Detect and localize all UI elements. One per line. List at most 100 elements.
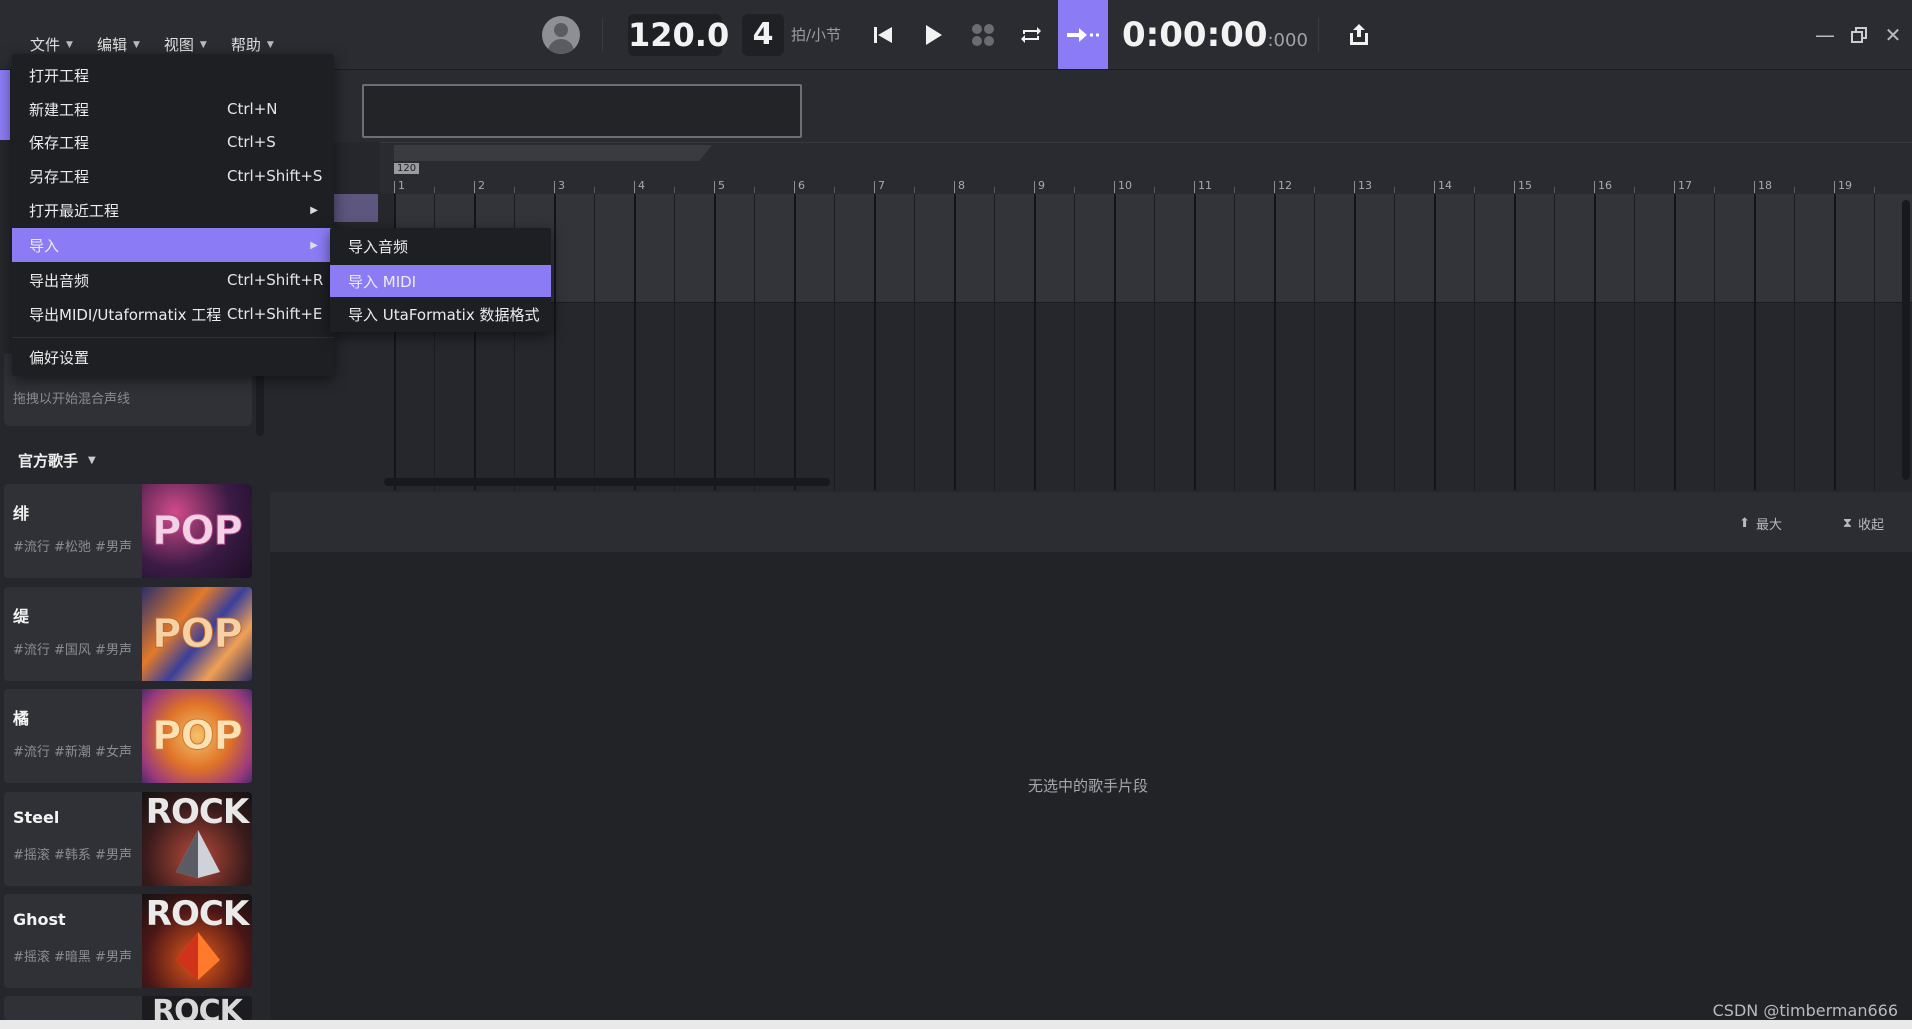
singer-section-header[interactable]: 官方歌手 ▼ — [18, 450, 96, 471]
ruler-beat-tick — [1394, 187, 1395, 193]
user-avatar[interactable] — [542, 16, 580, 54]
tempo-marker[interactable]: 120 — [394, 163, 420, 174]
menu-edit-label: 编辑 — [96, 36, 127, 54]
skip-to-start-button[interactable] — [866, 18, 900, 52]
restore-button[interactable] — [1844, 20, 1874, 50]
horizontal-scrollbar[interactable] — [384, 478, 830, 486]
menu-item-label: 打开最近工程 — [29, 201, 120, 220]
ruler-beat-tick — [1314, 187, 1315, 193]
close-button[interactable]: ✕ — [1878, 20, 1908, 50]
ruler-bar-tick — [1034, 181, 1035, 193]
submenu-item-import-midi[interactable]: 导入 MIDI — [330, 265, 551, 297]
caret-down-icon: ▼ — [132, 39, 140, 50]
grid-beat-line — [1394, 194, 1395, 490]
loop-button[interactable] — [1014, 18, 1048, 52]
import-submenu: 导入音频 导入 MIDI 导入 UtaFormatix 数据格式 — [330, 228, 551, 332]
singer-name: Steel — [13, 808, 60, 827]
timeline-ruler[interactable]: 120 1 2 3 4 5 6 7 8 9 10 11 12 13 14 15 16 17 18 19 — [380, 142, 1912, 194]
ruler-bar-number: 16 — [1598, 179, 1612, 192]
avatar-body-icon — [548, 39, 574, 54]
singer-card[interactable]: 绯 #流行 #松弛 #男声 POP — [4, 484, 252, 578]
menu-divider — [12, 337, 334, 338]
minimize-icon: — — [1815, 23, 1835, 47]
grid-bar-line — [1754, 194, 1756, 490]
ruler-bar-number: 6 — [798, 179, 805, 192]
menu-view-label: 视图 — [163, 36, 194, 54]
singer-card[interactable]: Ghost #摇滚 #暗黑 #男声 ROCK — [4, 894, 252, 988]
ruler-bar-tick — [794, 181, 795, 193]
arrangement-grid[interactable] — [380, 194, 1912, 490]
tempo-field[interactable]: 120.0 — [628, 14, 729, 56]
time-milliseconds: :000 — [1267, 30, 1308, 51]
track-lane[interactable] — [394, 194, 1912, 302]
menu-item-save-project[interactable]: 保存工程 Ctrl+S — [12, 125, 334, 159]
singer-card[interactable]: 缇 #流行 #国风 #男声 POP — [4, 587, 252, 681]
vertical-scrollbar[interactable] — [1902, 200, 1910, 480]
ruler-beat-tick — [994, 187, 995, 193]
menu-item-new-project[interactable]: 新建工程 Ctrl+N — [12, 92, 334, 126]
menu-item-export-audio[interactable]: 导出音频 Ctrl+Shift+R — [12, 263, 334, 297]
loop-icon — [1021, 27, 1041, 43]
file-menu: 打开工程 新建工程 Ctrl+N 保存工程 Ctrl+S 另存工程 Ctrl+Shif… — [12, 54, 334, 376]
menu-item-export-midi[interactable]: 导出MIDI/Utaformatix 工程 Ctrl+Shift+E — [12, 297, 334, 331]
submenu-item-import-audio[interactable]: 导入音频 — [330, 230, 551, 262]
ruler-beat-tick — [1634, 187, 1635, 193]
follow-playhead-button[interactable] — [1058, 0, 1108, 69]
menu-item-label: 打开工程 — [29, 66, 90, 85]
ruler-bar-number: 12 — [1278, 179, 1292, 192]
grid-beat-line — [594, 194, 595, 490]
menu-item-shortcut: Ctrl+Shift+S — [227, 167, 323, 185]
caret-down-icon: ▼ — [88, 455, 96, 466]
app-window: 文件 ▼ 编辑 ▼ 视图 ▼ 帮助 ▼ 120.0 4 拍/小节 0:00:00:000 — [0, 0, 1912, 1029]
share-icon — [1350, 24, 1368, 45]
singer-card[interactable]: Steel #摇滚 #韩系 #男声 ROCK — [4, 792, 252, 886]
cover-label: POP — [152, 508, 244, 555]
tempo-track[interactable] — [394, 145, 712, 161]
maximize-editor-button[interactable]: ⬆ 最大 — [1739, 514, 1782, 533]
ruler-bar-number: 1 — [398, 179, 405, 192]
cover-label: ROCK — [145, 894, 249, 934]
ruler-beat-tick — [594, 187, 595, 193]
menu-item-recent-projects[interactable]: 打开最近工程 ▶ — [12, 193, 334, 227]
submenu-item-import-utaformatix[interactable]: 导入 UtaFormatix 数据格式 — [330, 298, 551, 330]
ruler-bar-number: 15 — [1518, 179, 1532, 192]
crystal-icon — [176, 830, 220, 878]
grid-beat-line — [1874, 194, 1875, 490]
ruler-bar-tick — [1274, 181, 1275, 193]
menu-item-label: 偏好设置 — [29, 348, 90, 367]
track-name-box[interactable] — [362, 84, 802, 138]
singer-name: 缇 — [13, 607, 30, 626]
beats-per-bar-field[interactable]: 4 — [742, 14, 784, 56]
avatar-head-icon — [554, 23, 568, 37]
crystal-icon — [176, 932, 220, 980]
menu-item-preferences[interactable]: 偏好设置 — [12, 340, 334, 374]
export-share-button[interactable] — [1342, 18, 1376, 52]
menu-item-save-as[interactable]: 另存工程 Ctrl+Shift+S — [12, 159, 334, 193]
ruler-bar-number: 10 — [1118, 179, 1132, 192]
menu-item-label: 导入 — [29, 236, 60, 255]
menu-item-shortcut: Ctrl+Shift+E — [227, 305, 323, 323]
metronome-button[interactable] — [966, 18, 1000, 52]
ruler-bar-tick — [1834, 181, 1835, 193]
ruler-beat-tick — [1554, 187, 1555, 193]
cover-label: ROCK — [152, 996, 243, 1020]
ruler-bar-number: 17 — [1678, 179, 1692, 192]
minimize-button[interactable]: — — [1810, 20, 1840, 50]
grid-bar-line — [874, 194, 876, 490]
collapse-icon: ⧗ — [1842, 516, 1852, 531]
skip-back-icon — [874, 27, 892, 43]
play-button[interactable] — [916, 18, 950, 52]
ruler-beat-tick — [514, 187, 515, 193]
collapse-editor-button[interactable]: ⧗ 收起 — [1843, 514, 1884, 533]
grid-beat-line — [834, 194, 835, 490]
menu-help-label: 帮助 — [230, 36, 261, 54]
ruler-bar-number: 7 — [878, 179, 885, 192]
menu-item-import[interactable]: 导入 ▶ — [12, 228, 334, 262]
ruler-beat-tick — [1794, 187, 1795, 193]
menu-item-open-project[interactable]: 打开工程 — [12, 58, 334, 92]
singer-card[interactable]: ROCK — [4, 996, 252, 1020]
ruler-bar-tick — [1754, 181, 1755, 193]
grid-beat-line — [1714, 194, 1715, 490]
ruler-bar-tick — [874, 181, 875, 193]
singer-card[interactable]: 橘 #流行 #新潮 #女声 POP — [4, 689, 252, 783]
